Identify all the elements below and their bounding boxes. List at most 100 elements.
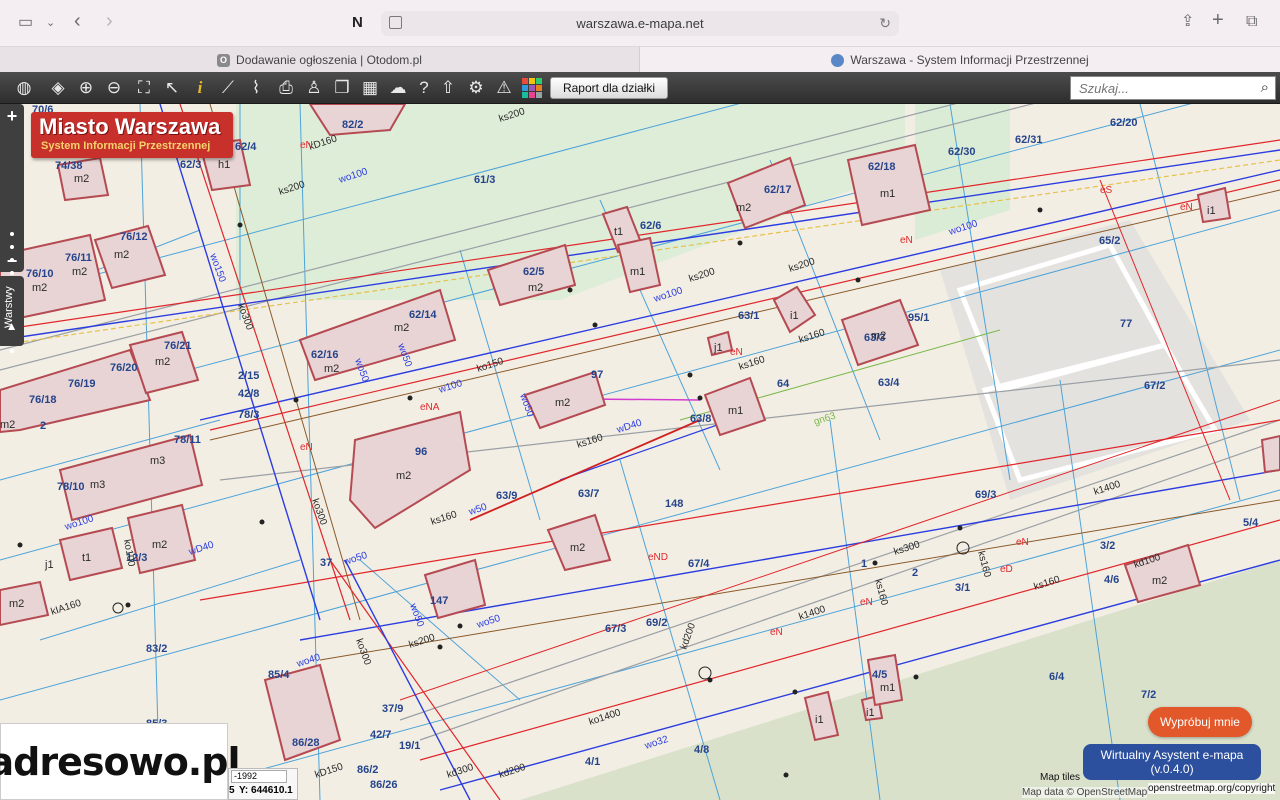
svg-text:62/4: 62/4 (235, 141, 257, 153)
tab-label: Warszawa - System Informacji Przestrzenn… (850, 53, 1089, 67)
help-icon[interactable]: ? (412, 76, 436, 100)
svg-text:1: 1 (861, 558, 867, 570)
svg-text:42/8: 42/8 (238, 388, 259, 400)
notion-icon[interactable]: N (352, 15, 363, 31)
svg-text:76/12: 76/12 (120, 231, 148, 243)
map-canvas[interactable]: 70/6 82/2 61/3 62/20 62/31 62/30 62/18 6… (0, 104, 1280, 800)
measure-area-icon[interactable]: ⌇ (244, 76, 268, 100)
zoom-level-dot[interactable] (10, 349, 14, 353)
search-icon[interactable]: ⌕ (1261, 79, 1269, 96)
zoom-extent-icon[interactable]: ⛶ (132, 76, 156, 100)
svg-text:64: 64 (777, 378, 790, 390)
info-icon[interactable]: i (188, 76, 212, 100)
svg-text:76/21: 76/21 (164, 340, 192, 352)
logo-subtitle: System Informacji Przestrzennej (41, 140, 211, 152)
layers-tab[interactable]: Warstwy ▶ (0, 276, 24, 346)
zoom-out-icon[interactable]: ⊖ (102, 76, 126, 100)
zoom-minus-icon[interactable]: − (0, 252, 24, 270)
svg-text:m2: m2 (324, 363, 339, 375)
svg-text:t1: t1 (614, 226, 623, 238)
tab-otodom[interactable]: O Dodawanie ogłoszenia | Otodom.pl (0, 47, 640, 73)
svg-text:m2: m2 (72, 266, 87, 278)
svg-text:74/38: 74/38 (55, 160, 83, 172)
svg-text:3/1: 3/1 (955, 582, 970, 594)
forward-icon[interactable]: › (106, 11, 113, 31)
reload-icon[interactable]: ↻ (879, 15, 891, 32)
svg-text:95/1: 95/1 (908, 312, 929, 324)
cloud-upload-icon[interactable]: ⇧ (436, 76, 460, 100)
tab-overview-icon[interactable]: ⧉ (1246, 14, 1257, 30)
url-field[interactable]: warszawa.e-mapa.net ↻ (381, 11, 899, 36)
svg-text:63/9: 63/9 (496, 490, 517, 502)
pointer-icon[interactable]: ↖ (160, 76, 184, 100)
svg-text:62/6: 62/6 (640, 220, 661, 232)
coordinate-readout: -1992 5 Y: 644610.1 (228, 768, 298, 800)
svg-text:ko300: ko300 (235, 302, 255, 332)
zoom-level-dot[interactable] (10, 245, 14, 249)
svg-text:kd300: kd300 (446, 762, 476, 781)
svg-text:wo100: wo100 (652, 285, 685, 305)
svg-text:4/5: 4/5 (872, 669, 887, 681)
chevron-down-icon[interactable]: ⌄ (46, 15, 55, 31)
layout-icon[interactable]: ▦ (358, 76, 382, 100)
zoom-slider[interactable]: + − (0, 104, 24, 353)
zoom-level-dot[interactable] (10, 232, 14, 236)
svg-text:85/4: 85/4 (268, 669, 290, 681)
settings-icon[interactable]: ⚙ (464, 76, 488, 100)
crs-select[interactable]: -1992 (231, 770, 287, 783)
tab-warszawa-sip[interactable]: Warszawa - System Informacji Przestrzenn… (640, 47, 1280, 73)
svg-text:63/8: 63/8 (690, 413, 711, 425)
svg-text:61/3: 61/3 (474, 174, 495, 186)
share-icon[interactable]: ⇪ (1181, 14, 1194, 30)
svg-text:m2: m2 (396, 470, 411, 482)
map-toolbar: ◍ ◈ ⊕ ⊖ ⛶ ↖ i ⟋ ⌇ ⎙ ♙ ❐ ▦ ☁ ? ⇧ ⚙ ⚠ Rapo… (0, 72, 1280, 104)
search-input[interactable] (1079, 80, 1254, 96)
osm-copyright-link[interactable]: openstreetmap.org/copyright (1148, 783, 1276, 794)
svg-text:ks200: ks200 (788, 256, 817, 275)
svg-text:m2: m2 (1152, 575, 1167, 587)
comment-icon[interactable]: ☁ (386, 76, 410, 100)
copy-icon[interactable]: ❐ (330, 76, 354, 100)
zoom-level-dot[interactable] (10, 271, 14, 275)
color-grid-icon[interactable] (520, 76, 544, 100)
search-field[interactable]: ⌕ (1070, 76, 1276, 100)
sidebar-toggle-icon[interactable]: ▭ (18, 15, 33, 31)
back-icon[interactable]: ‹ (74, 11, 81, 31)
svg-text:m1: m1 (880, 682, 895, 694)
building (1260, 434, 1280, 474)
try-me-button[interactable]: Wypróbuj mnie (1148, 707, 1252, 737)
measure-line-icon[interactable]: ⟋ (216, 76, 240, 100)
svg-text:67/2: 67/2 (1144, 380, 1165, 392)
street-view-icon[interactable]: ♙ (302, 76, 326, 100)
expand-arrow-icon: ▶ (6, 323, 16, 330)
zoom-plus-icon[interactable]: + (0, 107, 24, 125)
svg-text:62/31: 62/31 (1015, 134, 1043, 146)
svg-text:63/1: 63/1 (738, 310, 759, 322)
world-map-icon[interactable]: ◍ (8, 76, 40, 100)
coord-x: 5 (229, 785, 235, 796)
svg-text:63/4: 63/4 (878, 377, 900, 389)
zoom-in-icon[interactable]: ⊕ (74, 76, 98, 100)
svg-text:77: 77 (1120, 318, 1132, 330)
building (846, 143, 932, 227)
report-button[interactable]: Raport dla działki (550, 77, 668, 99)
svg-text:2/15: 2/15 (238, 370, 259, 382)
svg-text:m2: m2 (9, 598, 24, 610)
svg-text:62/20: 62/20 (1110, 117, 1138, 129)
svg-text:65/2: 65/2 (1099, 235, 1120, 247)
print-icon[interactable]: ⎙ (274, 76, 298, 100)
svg-text:eN: eN (900, 235, 913, 246)
svg-text:96: 96 (415, 446, 427, 458)
svg-text:76/10: 76/10 (26, 268, 54, 280)
warning-icon[interactable]: ⚠ (492, 76, 516, 100)
svg-text:19/1: 19/1 (399, 740, 420, 752)
svg-text:m2: m2 (570, 542, 585, 554)
svg-text:i1: i1 (790, 310, 799, 322)
svg-text:j1: j1 (713, 342, 723, 354)
new-tab-icon[interactable]: + (1212, 10, 1224, 30)
svg-text:i1: i1 (1207, 205, 1216, 217)
virtual-assistant-button[interactable]: Wirtualny Asystent e-mapa (v.0.4.0) (1083, 744, 1261, 780)
svg-text:m1: m1 (880, 188, 895, 200)
layers-icon[interactable]: ◈ (46, 76, 70, 100)
svg-text:w100: w100 (437, 378, 465, 396)
